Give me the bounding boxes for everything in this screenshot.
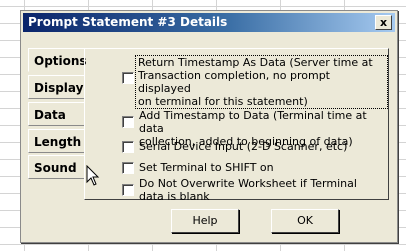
label-line: Return Timestamp As Data (Server time at xyxy=(138,56,373,69)
label-line: data is blank xyxy=(139,190,210,203)
checkbox-shift-on[interactable] xyxy=(122,162,134,174)
tab-display[interactable]: Display xyxy=(28,75,84,99)
checkbox-return-timestamp[interactable] xyxy=(122,72,134,84)
title-bar[interactable]: Prompt Statement #3 Details x xyxy=(23,13,395,32)
close-button[interactable]: x xyxy=(375,15,392,30)
tab-data-id[interactable]: Data ID xyxy=(28,102,84,146)
label-do-not-overwrite[interactable]: Do Not Overwrite Worksheet if Terminal d… xyxy=(139,177,357,203)
label-line: Transaction completion, no prompt displa… xyxy=(138,69,330,95)
label-serial-device[interactable]: Serial Device Input (2-D Scanner, etc) xyxy=(139,140,347,153)
tab-length[interactable]: Length xyxy=(28,129,84,153)
label-return-timestamp[interactable]: Return Timestamp As Data (Server time at… xyxy=(135,55,388,109)
tab-sound[interactable]: Sound xyxy=(28,155,84,179)
checkbox-add-timestamp[interactable] xyxy=(122,116,134,128)
prompt-statement-dialog: Prompt Statement #3 Details x Options Di… xyxy=(20,10,398,243)
ok-button[interactable]: OK xyxy=(271,209,339,233)
tab-options[interactable]: Options xyxy=(28,48,88,72)
mouse-pointer-icon xyxy=(86,165,100,186)
label-line: Add Timestamp to Data (Terminal time at … xyxy=(139,109,367,135)
label-line: on terminal for this statement) xyxy=(138,95,308,108)
label-shift-on[interactable]: Set Terminal to SHIFT on xyxy=(139,161,274,174)
checkbox-serial-device[interactable] xyxy=(122,141,134,153)
options-panel: Return Timestamp As Data (Server time at… xyxy=(84,48,389,203)
label-line: Do Not Overwrite Worksheet if Terminal xyxy=(139,177,357,190)
dialog-title: Prompt Statement #3 Details xyxy=(28,15,228,29)
checkbox-do-not-overwrite[interactable] xyxy=(122,184,134,196)
help-button[interactable]: Help xyxy=(171,209,239,233)
